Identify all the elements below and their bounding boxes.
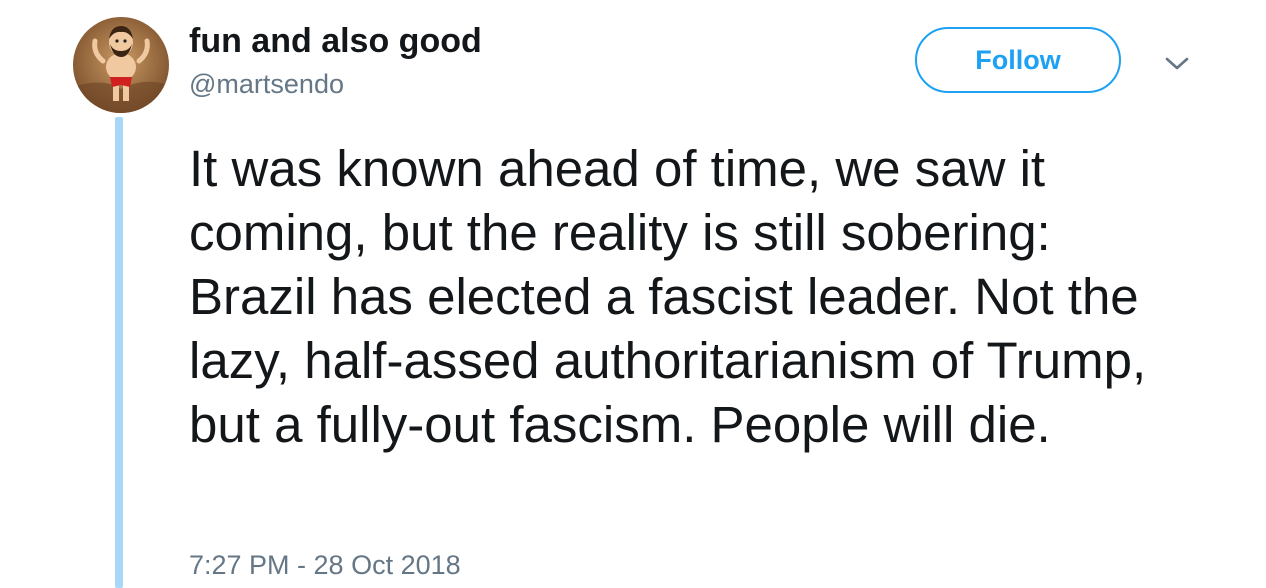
author-display-name[interactable]: fun and also good: [189, 21, 482, 61]
tweet-text: It was known ahead of time, we saw it co…: [189, 140, 1147, 453]
thread-line: [115, 117, 123, 588]
avatar[interactable]: [73, 17, 169, 113]
author-handle[interactable]: @martsendo: [189, 68, 344, 100]
follow-button[interactable]: Follow: [915, 27, 1121, 93]
chevron-down-icon[interactable]: [1163, 53, 1191, 73]
cartoon-figure-avatar-icon: [73, 17, 169, 113]
tweet-timestamp[interactable]: 7:27 PM - 28 Oct 2018: [189, 548, 461, 582]
